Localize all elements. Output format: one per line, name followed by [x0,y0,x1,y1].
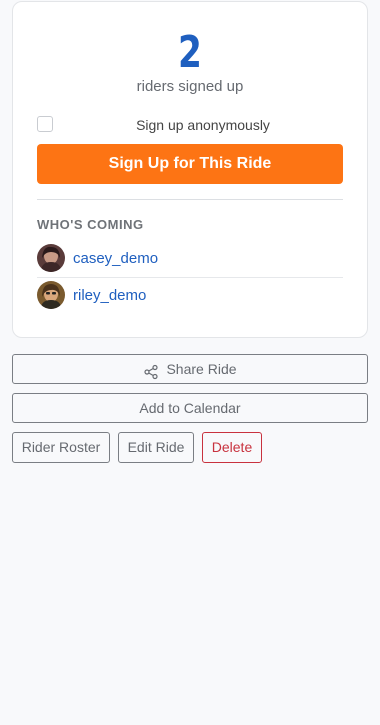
rider-list-item: casey_demo [37,240,343,276]
signup-count-label: riders signed up [136,78,244,95]
rider-username-link[interactable]: casey_demo [73,250,158,267]
delete-ride-button[interactable]: Delete [202,432,262,463]
avatar-photo-icon[interactable] [37,244,65,272]
anonymous-label[interactable]: Sign up anonymously [63,117,343,133]
edit-ride-button[interactable]: Edit Ride [118,432,194,463]
anonymous-checkbox[interactable] [37,116,53,132]
add-to-calendar-button[interactable]: Add to Calendar [12,393,368,423]
anonymous-row: Sign up anonymously [37,115,343,135]
share-ride-button[interactable]: Share Ride [12,354,368,384]
avatar-photo-icon[interactable] [37,281,65,309]
whos-coming-title: WHO'S COMING [37,217,144,232]
rider-roster-button[interactable]: Rider Roster [12,432,110,463]
signup-button[interactable]: Sign Up for This Ride [37,144,343,184]
divider [37,199,343,200]
signup-count: 2 [178,27,202,78]
signup-card: 2 riders signed up Sign up anonymously S… [12,1,368,338]
share-ride-label: Share Ride [166,361,237,377]
rider-list-item: riley_demo [37,277,343,313]
rider-username-link[interactable]: riley_demo [73,287,146,304]
share-icon [143,361,159,380]
